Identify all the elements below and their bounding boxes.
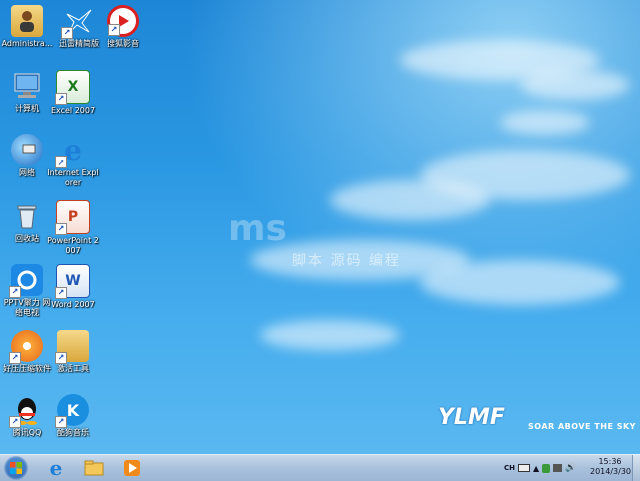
user-folder-icon [11,5,43,37]
excel-icon: X ↗ [55,70,90,105]
desktop-icon-word[interactable]: W ↗ Word 2007 [46,264,100,310]
clock-time: 15:36 [598,457,622,466]
desktop-icon-powerpoint[interactable]: P ↗ PowerPoint 2007 [46,200,100,256]
logo-brand: YLMF [438,405,505,430]
haozip-icon: ↗ [9,330,43,364]
system-tray: CH ▲ 🔊 [504,459,576,477]
clock-date: 2014/3/30 [590,467,632,476]
desktop-icon-internet-explorer[interactable]: e ↗ Internet Explorer [46,134,100,188]
sohu-video-icon: ↗ [107,5,139,37]
shortcut-arrow-icon: ↗ [55,93,67,105]
cloud [260,320,400,350]
watermark-text: 脚本 源码 编程 [292,253,401,269]
desktop: ms 脚本 源码 编程 Administra... ↗ 迅雷精简版 ↗ 搜狐影音… [0,0,640,454]
activation-tool-icon: ↗ [55,330,89,364]
shortcut-arrow-icon: ↗ [55,223,67,235]
folder-icon [84,460,104,476]
qq-icon: ↗ [9,394,43,428]
windows-logo-icon [10,462,22,474]
cloud [330,180,490,220]
start-button[interactable] [4,456,28,480]
cloud [500,110,590,135]
ylmf-logo: YLMF SOAR ABOVE THE SKY [438,405,635,431]
network-icon [11,134,43,166]
kugou-icon: K ↗ [55,394,89,428]
shortcut-arrow-icon: ↗ [108,24,120,36]
shortcut-arrow-icon: ↗ [9,352,21,364]
cloud [520,70,630,100]
shortcut-arrow-icon: ↗ [9,286,21,298]
pptv-icon: ↗ [9,264,43,298]
security-shield-icon[interactable] [542,463,551,473]
recycle-bin-icon [11,200,43,232]
shortcut-arrow-icon: ↗ [55,352,67,364]
shortcut-arrow-icon: ↗ [61,27,73,39]
word-icon: W ↗ [55,264,90,299]
volume-icon[interactable]: 🔊 [565,463,576,473]
desktop-icon-administrator[interactable]: Administra... [0,5,54,49]
logo-slogan: SOAR ABOVE THE SKY [528,422,636,431]
language-indicator[interactable]: CH [504,464,515,472]
internet-explorer-icon: e [49,456,63,480]
watermark-logo: ms [228,208,287,249]
show-desktop-button[interactable] [632,455,640,481]
computer-icon [11,70,43,102]
shortcut-arrow-icon: ↗ [55,416,67,428]
desktop-icon-kugou[interactable]: K ↗ 酷狗音乐 [46,394,100,438]
clock[interactable]: 15:36 2014/3/30 [590,457,632,477]
cloud [420,260,620,305]
taskbar-internet-explorer[interactable]: e [40,456,72,480]
taskbar: e CH ▲ 🔊 15:36 2014/3/30 [0,454,640,481]
desktop-icon-sohu-video[interactable]: ↗ 搜狐影音 [96,5,150,49]
desktop-icon-activation-tool[interactable]: ↗ 激活工具 [46,330,100,374]
shortcut-arrow-icon: ↗ [55,287,67,299]
shortcut-arrow-icon: ↗ [9,416,21,428]
tray-expand-icon[interactable]: ▲ [533,464,539,473]
taskbar-explorer[interactable] [78,456,110,480]
internet-explorer-icon: e ↗ [55,134,89,168]
xunlei-icon: ↗ [61,5,95,39]
keyboard-icon[interactable] [518,464,530,472]
shortcut-arrow-icon: ↗ [55,156,67,168]
network-status-icon[interactable] [553,464,563,472]
desktop-icon-excel[interactable]: X ↗ Excel 2007 [46,70,100,116]
taskbar-media-player[interactable] [116,456,148,480]
powerpoint-icon: P ↗ [55,200,90,235]
media-player-icon [124,460,140,476]
